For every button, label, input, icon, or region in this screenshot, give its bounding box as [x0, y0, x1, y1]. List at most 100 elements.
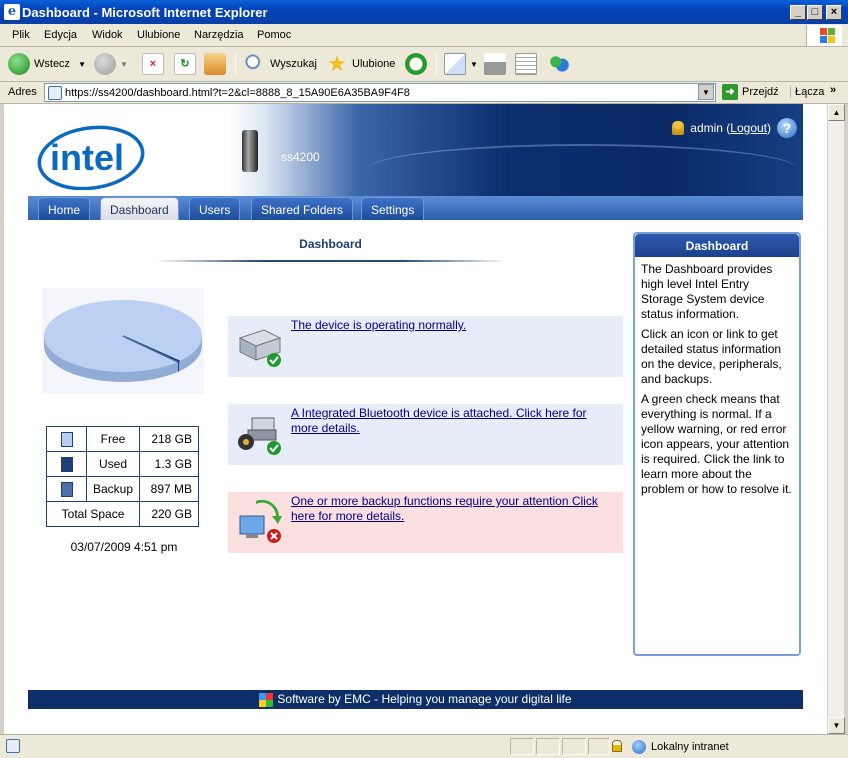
- mail-icon: [444, 53, 466, 75]
- forward-arrow-icon: [94, 53, 116, 75]
- used-swatch: [60, 456, 73, 472]
- dropdown-arrow-icon: ▼: [78, 59, 86, 69]
- back-label: Wstecz: [34, 58, 71, 70]
- legend-value: 897 MB: [139, 476, 200, 502]
- search-button[interactable]: Wyszukaj: [244, 52, 317, 76]
- address-bar: Adres https://ss4200/dashboard.html?t=2&…: [0, 82, 848, 104]
- search-icon: [244, 53, 266, 75]
- peripheral-ok-icon[interactable]: [236, 412, 282, 456]
- lock-icon: [612, 740, 622, 752]
- tab-dashboard[interactable]: Dashboard: [100, 197, 179, 220]
- footer: Software by EMC - Helping you manage you…: [28, 690, 803, 709]
- user-icon: [672, 121, 685, 135]
- status-bluetooth-link[interactable]: A Integrated Bluetooth device is attache…: [291, 406, 611, 436]
- dropdown-arrow-icon: ▼: [120, 59, 128, 69]
- go-arrow-icon: ➜: [722, 84, 738, 100]
- menu-edycja[interactable]: Edycja: [44, 29, 77, 41]
- refresh-icon: ↻: [174, 53, 196, 75]
- print-button[interactable]: [484, 52, 510, 76]
- mail-button[interactable]: ▼: [444, 52, 478, 76]
- refresh-button[interactable]: ↻: [174, 52, 200, 76]
- history-icon: [405, 53, 427, 75]
- forward-button[interactable]: ▼: [94, 52, 128, 76]
- favorites-button[interactable]: ★ Ulubione: [326, 52, 395, 76]
- page-icon: [6, 739, 20, 753]
- printer-icon: [484, 53, 506, 75]
- legend-label: Backup: [85, 476, 141, 502]
- history-button[interactable]: [405, 52, 431, 76]
- legend-row-total: Total Space 220 GB: [45, 501, 200, 527]
- scroll-up-button[interactable]: ▲: [828, 104, 845, 121]
- menu-bar: Plik Edycja Widok Ulubione Narzędzia Pom…: [0, 24, 848, 47]
- scroll-down-button[interactable]: ▼: [828, 717, 845, 734]
- tab-settings[interactable]: Settings: [361, 197, 425, 220]
- status-device: The device is operating normally.: [228, 316, 623, 377]
- dropdown-arrow-icon: ▼: [470, 59, 478, 69]
- status-device-link[interactable]: The device is operating normally.: [291, 318, 611, 333]
- status-backup-link[interactable]: One or more backup functions require you…: [291, 494, 611, 524]
- legend-label: Free: [85, 426, 141, 452]
- tab-home[interactable]: Home: [38, 197, 91, 220]
- go-button[interactable]: ➜ Przejdź: [722, 84, 779, 100]
- intel-logo: intel: [37, 125, 145, 190]
- home-icon: [204, 53, 226, 75]
- menu-narzedzia[interactable]: Narzędzia: [194, 29, 244, 41]
- stop-icon: ×: [142, 53, 164, 75]
- star-icon: ★: [327, 51, 347, 76]
- emc-logo-icon: [259, 692, 274, 707]
- device-name: ss4200: [281, 150, 320, 164]
- help-paragraph: Click an icon or link to get detailed st…: [641, 327, 782, 386]
- legend-row-free: Free 218 GB: [46, 426, 200, 452]
- tab-shared-folders[interactable]: Shared Folders: [251, 197, 354, 220]
- device-ok-icon[interactable]: [236, 324, 282, 368]
- back-button[interactable]: Wstecz ▼: [8, 52, 86, 76]
- menu-pomoc[interactable]: Pomoc: [257, 29, 291, 41]
- home-button[interactable]: [204, 52, 230, 76]
- chevron-right-icon[interactable]: »: [830, 84, 836, 96]
- messenger-button[interactable]: [548, 52, 574, 76]
- legend-value: 218 GB: [139, 426, 200, 452]
- window-title-bar: e Dashboard - Microsoft Internet Explore…: [0, 0, 848, 24]
- backup-swatch: [60, 481, 73, 497]
- legend-value: 220 GB: [139, 501, 200, 527]
- menu-widok[interactable]: Widok: [92, 29, 123, 41]
- help-icon[interactable]: ?: [777, 118, 797, 138]
- page-title: Dashboard: [299, 237, 362, 251]
- back-arrow-icon: [8, 53, 30, 75]
- maximize-button[interactable]: □: [807, 5, 823, 20]
- user-info: admin (Logout) ?: [672, 118, 797, 138]
- storage-pie-chart: [42, 288, 204, 394]
- go-label: Przejdź: [742, 86, 779, 98]
- zone-label: Lokalny intranet: [651, 740, 729, 753]
- close-button[interactable]: ×: [826, 5, 842, 20]
- vertical-scrollbar[interactable]: ▲ ▼: [827, 104, 845, 734]
- favorites-label: Ulubione: [352, 58, 396, 70]
- nav-tabs: Home Dashboard Users Shared Folders Sett…: [28, 196, 803, 220]
- menu-plik[interactable]: Plik: [12, 29, 30, 41]
- logout-link[interactable]: Logout: [730, 121, 767, 135]
- legend-label: Total Space: [45, 501, 141, 527]
- security-zone: Lokalny intranet: [632, 738, 729, 755]
- edit-icon: [515, 53, 537, 75]
- help-paragraph: The Dashboard provides high level Intel …: [641, 262, 773, 321]
- edit-button[interactable]: [515, 52, 541, 76]
- toolbar: Wstecz ▼ ▼ × ↻ Wyszukaj ★ Ulubione ▼: [0, 47, 848, 82]
- help-panel: Dashboard The Dashboard provides high le…: [633, 232, 801, 656]
- address-label: Adres: [8, 86, 37, 98]
- minimize-button[interactable]: _: [790, 5, 806, 20]
- menu-ulubione[interactable]: Ulubione: [137, 29, 180, 41]
- browser-viewport: intel ss4200 admin (Logout) ? Home Dashb…: [4, 104, 827, 734]
- help-paragraph: A green check means that everything is n…: [641, 392, 792, 496]
- address-input[interactable]: https://ss4200/dashboard.html?t=2&cl=888…: [44, 83, 716, 102]
- links-toolbar[interactable]: Łącza: [790, 86, 824, 98]
- stop-button[interactable]: ×: [142, 52, 168, 76]
- address-dropdown-button[interactable]: ▼: [698, 84, 714, 100]
- status-bluetooth: A Integrated Bluetooth device is attache…: [228, 404, 623, 465]
- timestamp: 03/07/2009 4:51 pm: [70, 540, 178, 554]
- svg-text:intel: intel: [50, 137, 124, 178]
- help-panel-title: Dashboard: [635, 234, 799, 257]
- tab-users[interactable]: Users: [189, 197, 241, 220]
- footer-text: Software by EMC - Helping you manage you…: [277, 692, 572, 706]
- backup-error-icon[interactable]: [236, 500, 282, 544]
- free-swatch: [60, 431, 73, 447]
